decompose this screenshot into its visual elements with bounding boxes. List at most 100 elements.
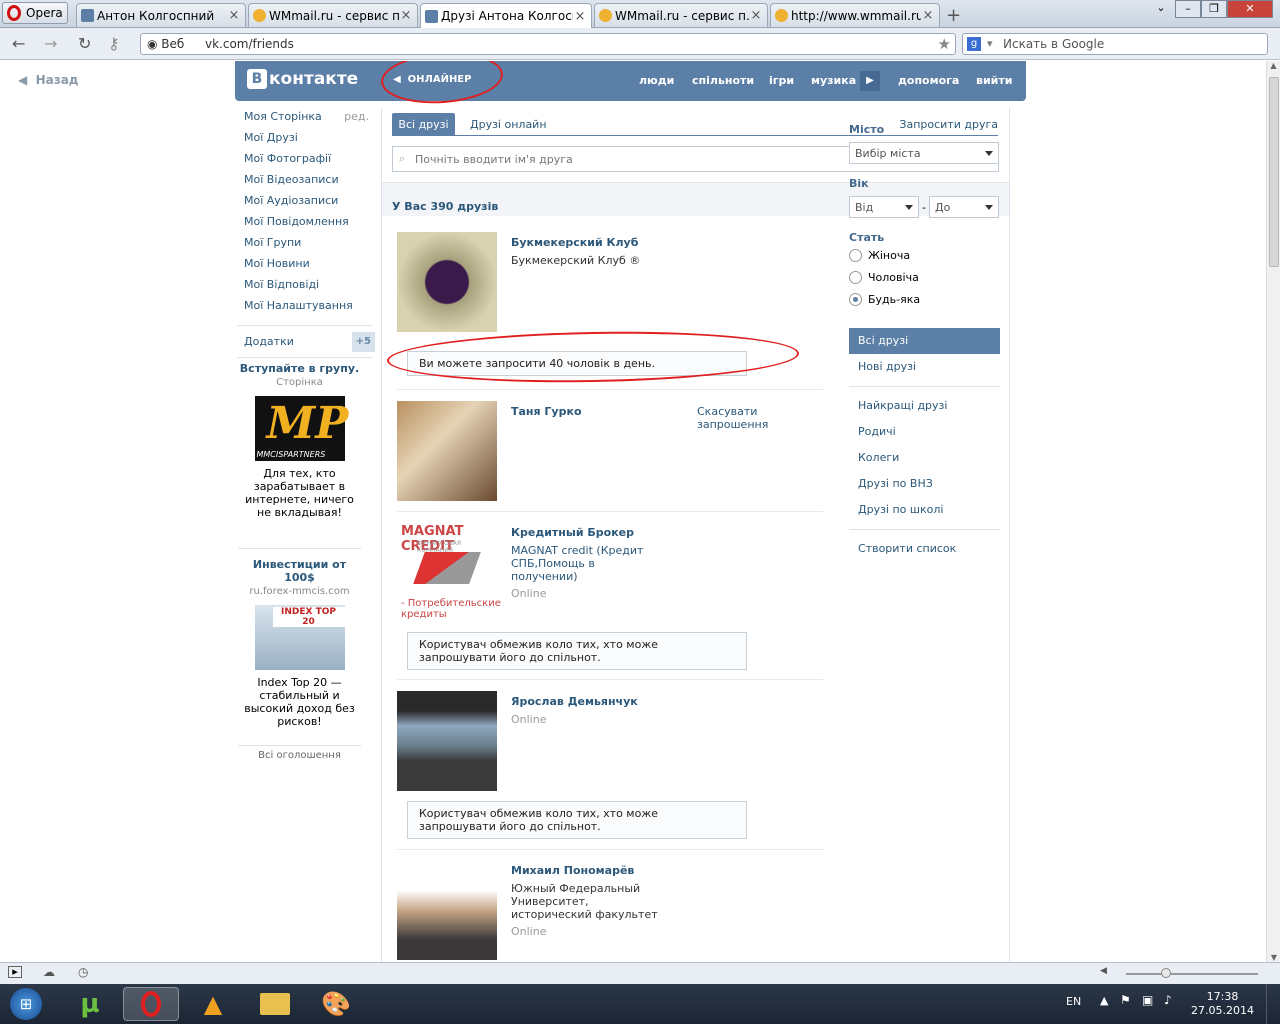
minimize-icon[interactable]: –: [1175, 0, 1201, 18]
friend-avatar[interactable]: [397, 860, 497, 960]
menu-my-groups[interactable]: Мої Групи: [244, 235, 369, 256]
reload-icon[interactable]: ↻: [78, 34, 91, 53]
friend-avatar[interactable]: [397, 401, 497, 501]
tab-3-active[interactable]: Друзі Антона Колгосп... ×: [420, 3, 592, 28]
filter-school[interactable]: Друзі по школі: [849, 497, 1000, 523]
filter-new-friends[interactable]: Нові друзі: [849, 354, 1000, 380]
menu-my-audio[interactable]: Мої Аудіозаписи: [244, 193, 369, 214]
ad-block-1[interactable]: Вступайте в групу. Сторінка MP MMCISPART…: [238, 362, 361, 519]
ad-title[interactable]: Инвестиции от 100$: [238, 558, 361, 584]
sex-male-radio[interactable]: Чоловіча: [849, 266, 1000, 288]
clock[interactable]: 17:38 27.05.2014: [1191, 990, 1254, 1018]
panel-toggle-icon[interactable]: ▸: [8, 966, 22, 978]
show-desktop-button[interactable]: [1266, 984, 1280, 1024]
menu-my-friends[interactable]: Мої Друзі: [244, 130, 369, 151]
tab-4[interactable]: WMmail.ru - сервис п... ×: [594, 3, 768, 27]
tab-all-friends[interactable]: Всі друзі: [392, 113, 455, 136]
back-link[interactable]: ◀ Назад: [18, 73, 79, 87]
nav-games[interactable]: ігри: [769, 74, 794, 87]
filter-best-friends[interactable]: Найкращі друзі: [849, 393, 1000, 419]
web-badge[interactable]: ◉ Веб: [147, 37, 184, 51]
show-hidden-icons-icon[interactable]: ▲: [1100, 994, 1108, 1007]
city-select[interactable]: Вибір міста: [849, 142, 999, 164]
ad-block-2[interactable]: Инвестиции от 100$ ru.forex-mmcis.com IN…: [238, 558, 361, 728]
opera-taskbar-button[interactable]: [123, 987, 179, 1021]
zoom-out-icon[interactable]: ◀: [1100, 966, 1107, 976]
chevron-down-icon[interactable]: ▾: [987, 37, 993, 50]
close-tab-icon[interactable]: ×: [399, 8, 413, 23]
menu-my-settings[interactable]: Мої Налаштування: [244, 298, 369, 319]
close-tab-icon[interactable]: ×: [921, 8, 935, 23]
network-icon[interactable]: ▣: [1142, 993, 1153, 1007]
vk-logo[interactable]: В контакте: [247, 69, 358, 89]
paint-taskbar-button[interactable]: 🎨: [308, 987, 364, 1021]
friend-name[interactable]: Михаил Пономарёв: [511, 864, 634, 877]
scroll-down-icon[interactable]: ▼: [1267, 953, 1280, 962]
key-icon[interactable]: ⚷: [108, 34, 120, 53]
ad-image[interactable]: INDEX TOP 20: [254, 605, 345, 670]
friend-name[interactable]: Кредитный Брокер: [511, 526, 634, 539]
maximize-icon[interactable]: ❐: [1201, 0, 1227, 18]
ad-title[interactable]: Вступайте в групу.: [238, 362, 361, 375]
cancel-invite-link[interactable]: Скасувати запрошення: [697, 405, 823, 431]
language-indicator[interactable]: EN: [1066, 995, 1081, 1008]
opera-menu-button[interactable]: Opera: [2, 2, 68, 24]
menu-my-messages[interactable]: Мої Повідомлення: [244, 214, 369, 235]
zoom-slider-thumb[interactable]: [1161, 968, 1171, 978]
nav-music[interactable]: музика: [811, 74, 856, 87]
nav-people[interactable]: люди: [639, 74, 674, 87]
edit-link[interactable]: ред.: [344, 109, 369, 125]
ad-image[interactable]: MP MMCISPARTNERS: [254, 396, 348, 461]
speed-dial-icon[interactable]: ◷: [78, 965, 88, 979]
page-scrollbar[interactable]: ▲ ▼: [1266, 61, 1280, 962]
close-tab-icon[interactable]: ×: [573, 9, 587, 24]
volume-icon[interactable]: ♪: [1164, 993, 1172, 1007]
nav-communities[interactable]: спільноти: [692, 74, 754, 87]
flag-icon[interactable]: ⚑: [1120, 993, 1131, 1007]
google-icon[interactable]: g: [967, 37, 981, 51]
filter-relatives[interactable]: Родичі: [849, 419, 1000, 445]
friend-avatar[interactable]: [397, 691, 497, 791]
age-to-select[interactable]: До: [928, 196, 999, 218]
menu-my-news[interactable]: Мої Новини: [244, 256, 369, 277]
tab-2[interactable]: WMmail.ru - сервис п... ×: [248, 3, 418, 27]
scroll-up-icon[interactable]: ▲: [1267, 61, 1280, 70]
start-button[interactable]: ⊞: [2, 987, 50, 1021]
url-field[interactable]: ◉ Веб vk.com/friends ★: [140, 33, 956, 55]
friend-name[interactable]: Ярослав Демьянчук: [511, 695, 638, 708]
forward-arrow-icon[interactable]: →: [44, 34, 57, 53]
menu-my-page[interactable]: Моя Сторінка ред.: [244, 109, 369, 130]
filter-university[interactable]: Друзі по ВНЗ: [849, 471, 1000, 497]
menu-my-photos[interactable]: Мої Фотографії: [244, 151, 369, 172]
aimp-taskbar-button[interactable]: ▲: [185, 987, 241, 1021]
new-tab-icon[interactable]: +: [946, 5, 961, 26]
menu-apps[interactable]: Додатки +5: [244, 332, 375, 355]
bookmark-star-icon[interactable]: ★: [938, 35, 951, 53]
tab-5[interactable]: http://www.wmmail.ru... ×: [770, 3, 940, 27]
sex-female-radio[interactable]: Жіноча: [849, 244, 1000, 266]
sex-any-radio[interactable]: Будь-яка: [849, 288, 1000, 310]
filter-colleagues[interactable]: Колеги: [849, 445, 1000, 471]
friend-name[interactable]: Букмекерский Клуб: [511, 236, 638, 249]
close-tab-icon[interactable]: ×: [749, 8, 763, 23]
tab-menu-icon[interactable]: ⌄: [1150, 0, 1172, 18]
close-window-icon[interactable]: ✕: [1227, 0, 1273, 18]
utorrent-taskbar-button[interactable]: µ: [62, 987, 118, 1021]
friend-name[interactable]: Таня Гурко: [511, 405, 582, 418]
explorer-taskbar-button[interactable]: [247, 987, 303, 1021]
close-tab-icon[interactable]: ×: [227, 8, 241, 23]
create-list-link[interactable]: Створити список: [849, 536, 1000, 562]
nav-help[interactable]: допомога: [898, 74, 959, 87]
all-ads-link[interactable]: Всі оголошення: [238, 750, 361, 761]
nav-logout[interactable]: вийти: [976, 74, 1012, 87]
scrollbar-thumb[interactable]: [1269, 77, 1279, 267]
menu-my-answers[interactable]: Мої Відповіді: [244, 277, 369, 298]
tab-1[interactable]: Антон Колгоспний ×: [76, 3, 246, 27]
zoom-slider[interactable]: [1126, 973, 1258, 975]
menu-my-videos[interactable]: Мої Відеозаписи: [244, 172, 369, 193]
filter-all-friends[interactable]: Всі друзі: [849, 328, 1000, 354]
play-icon[interactable]: ▶: [860, 71, 880, 91]
search-engine-field[interactable]: g ▾ Искать в Google: [962, 33, 1268, 55]
tab-friends-online[interactable]: Друзі онлайн: [470, 118, 547, 131]
friend-avatar[interactable]: [397, 232, 497, 332]
